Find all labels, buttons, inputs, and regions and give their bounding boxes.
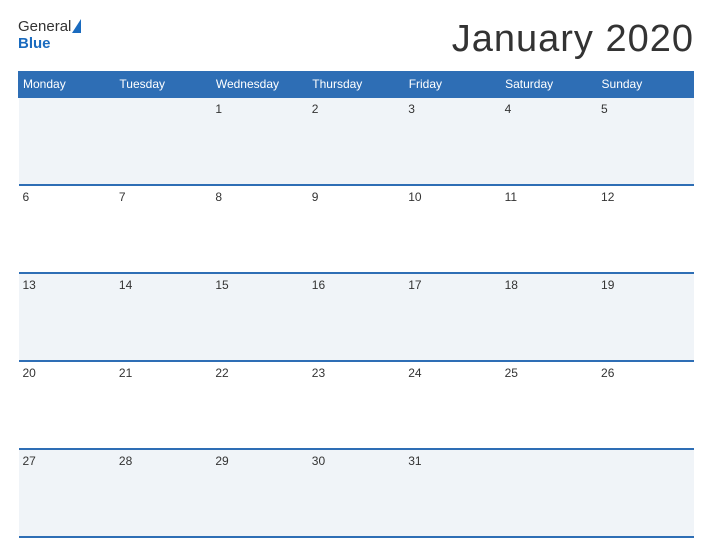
calendar-week-row: 1 2 3 4 5 <box>19 97 694 185</box>
day-number: 9 <box>312 190 319 204</box>
calendar-table: Monday Tuesday Wednesday Thursday Friday… <box>18 71 694 538</box>
calendar-day-cell: 5 <box>597 97 693 185</box>
calendar-day-cell: 20 <box>19 361 115 449</box>
calendar-day-cell: 24 <box>404 361 500 449</box>
day-number: 10 <box>408 190 421 204</box>
calendar-day-cell: 17 <box>404 273 500 361</box>
calendar-day-cell: 14 <box>115 273 211 361</box>
day-number: 12 <box>601 190 614 204</box>
day-number: 19 <box>601 278 614 292</box>
day-number: 13 <box>23 278 36 292</box>
day-number: 16 <box>312 278 325 292</box>
calendar-day-cell: 16 <box>308 273 404 361</box>
calendar-day-cell: 11 <box>501 185 597 273</box>
calendar-day-cell: 28 <box>115 449 211 537</box>
calendar-day-cell: 7 <box>115 185 211 273</box>
logo-triangle-icon <box>72 19 81 33</box>
calendar-day-cell: 25 <box>501 361 597 449</box>
day-number: 25 <box>505 366 518 380</box>
logo-general-text: General <box>18 18 71 35</box>
calendar-day-cell <box>501 449 597 537</box>
day-number: 15 <box>215 278 228 292</box>
calendar-day-cell: 6 <box>19 185 115 273</box>
calendar-week-row: 27 28 29 30 31 <box>19 449 694 537</box>
day-number: 28 <box>119 454 132 468</box>
calendar-header: Monday Tuesday Wednesday Thursday Friday… <box>19 72 694 98</box>
calendar-day-cell <box>115 97 211 185</box>
calendar-day-cell: 23 <box>308 361 404 449</box>
day-number: 26 <box>601 366 614 380</box>
calendar-day-cell: 15 <box>211 273 307 361</box>
calendar-week-row: 13 14 15 16 17 18 19 <box>19 273 694 361</box>
calendar-day-cell: 26 <box>597 361 693 449</box>
calendar-day-cell: 12 <box>597 185 693 273</box>
logo-blue-text: Blue <box>18 35 51 52</box>
calendar-day-cell: 31 <box>404 449 500 537</box>
calendar-day-cell: 29 <box>211 449 307 537</box>
day-number: 30 <box>312 454 325 468</box>
calendar-body: 1234567891011121314151617181920212223242… <box>19 97 694 537</box>
calendar-day-cell: 10 <box>404 185 500 273</box>
day-number: 6 <box>23 190 30 204</box>
calendar-week-row: 6 7 8 9 10 11 12 <box>19 185 694 273</box>
col-wednesday: Wednesday <box>211 72 307 98</box>
calendar-day-cell: 27 <box>19 449 115 537</box>
calendar-day-cell: 19 <box>597 273 693 361</box>
day-number: 5 <box>601 102 608 116</box>
calendar-day-cell: 4 <box>501 97 597 185</box>
day-number: 7 <box>119 190 126 204</box>
page-header: General Blue January 2020 <box>18 18 694 61</box>
day-number: 11 <box>505 190 517 204</box>
calendar-day-cell: 21 <box>115 361 211 449</box>
calendar-page: General Blue January 2020 Monday Tuesday… <box>0 0 712 550</box>
calendar-day-cell <box>19 97 115 185</box>
day-number: 2 <box>312 102 319 116</box>
day-number: 8 <box>215 190 222 204</box>
day-number: 27 <box>23 454 36 468</box>
day-number: 1 <box>215 102 222 116</box>
day-number: 22 <box>215 366 228 380</box>
days-of-week-row: Monday Tuesday Wednesday Thursday Friday… <box>19 72 694 98</box>
calendar-day-cell <box>597 449 693 537</box>
col-tuesday: Tuesday <box>115 72 211 98</box>
col-monday: Monday <box>19 72 115 98</box>
day-number: 3 <box>408 102 415 116</box>
day-number: 29 <box>215 454 228 468</box>
calendar-day-cell: 2 <box>308 97 404 185</box>
col-friday: Friday <box>404 72 500 98</box>
calendar-day-cell: 22 <box>211 361 307 449</box>
day-number: 4 <box>505 102 512 116</box>
logo-top: General <box>18 18 81 35</box>
col-saturday: Saturday <box>501 72 597 98</box>
calendar-day-cell: 30 <box>308 449 404 537</box>
day-number: 21 <box>119 366 132 380</box>
logo: General Blue <box>18 18 81 52</box>
calendar-week-row: 20 21 22 23 24 25 26 <box>19 361 694 449</box>
col-sunday: Sunday <box>597 72 693 98</box>
day-number: 23 <box>312 366 325 380</box>
calendar-title: January 2020 <box>452 18 694 61</box>
calendar-day-cell: 3 <box>404 97 500 185</box>
day-number: 17 <box>408 278 421 292</box>
day-number: 14 <box>119 278 132 292</box>
day-number: 24 <box>408 366 421 380</box>
calendar-day-cell: 1 <box>211 97 307 185</box>
calendar-day-cell: 13 <box>19 273 115 361</box>
col-thursday: Thursday <box>308 72 404 98</box>
day-number: 31 <box>408 454 421 468</box>
calendar-day-cell: 18 <box>501 273 597 361</box>
calendar-day-cell: 9 <box>308 185 404 273</box>
calendar-day-cell: 8 <box>211 185 307 273</box>
day-number: 18 <box>505 278 518 292</box>
day-number: 20 <box>23 366 36 380</box>
